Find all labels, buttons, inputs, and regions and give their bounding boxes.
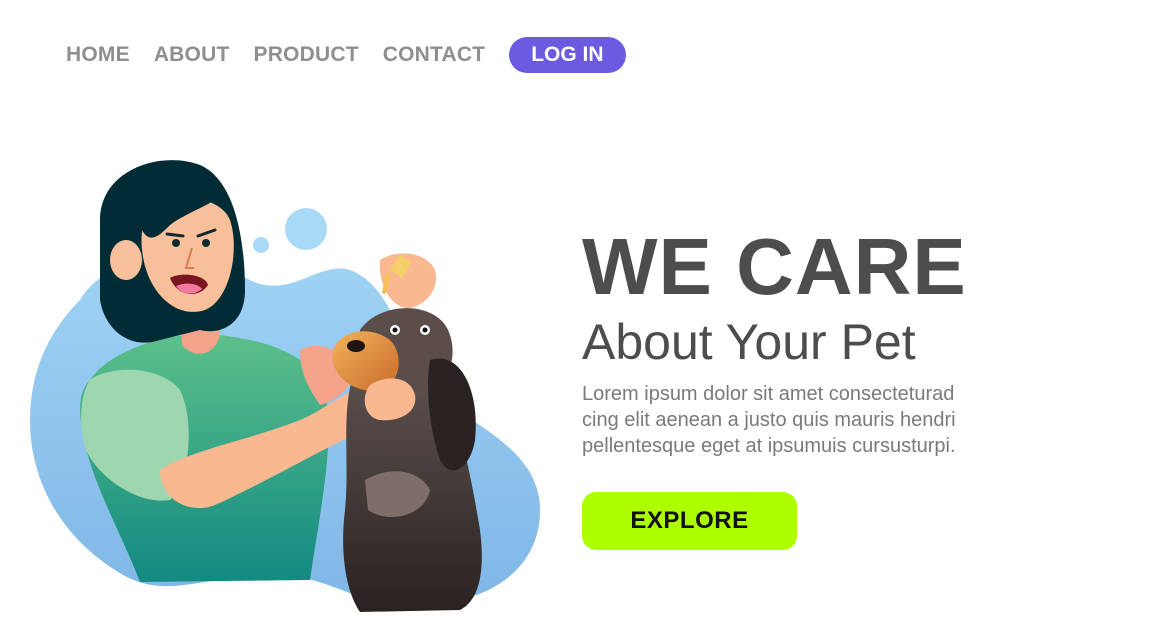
woman-and-dog-illustration [30,160,540,612]
bubble-large [285,208,327,250]
hero-subtitle: About Your Pet [582,314,916,370]
woman-ear [110,240,142,280]
dog-nose [347,340,365,352]
dog-pupil-right [422,327,428,333]
explore-button[interactable]: EXPLORE [582,492,797,550]
nav-home-link[interactable]: HOME [66,43,130,67]
landing-page: HOME ABOUT PRODUCT CONTACT LOG IN WE CAR… [0,0,1152,642]
nav-product-link[interactable]: PRODUCT [253,43,358,67]
dog-pupil-left [392,327,398,333]
pet-care-illustration [20,150,550,620]
woman-brow-left [165,232,185,238]
hero-title: WE CARE [582,222,967,311]
hero-description: Lorem ipsum dolor sit amet consecteturad… [582,381,1002,459]
woman-eye-right [202,239,210,247]
bubble-small [253,237,269,253]
login-button[interactable]: LOG IN [509,37,626,73]
main-nav: HOME ABOUT PRODUCT CONTACT LOG IN [66,37,626,73]
nav-contact-link[interactable]: CONTACT [383,43,486,67]
woman-eye-left [172,239,180,247]
hero-description-line: cing elit aenean a justo quis mauris hen… [582,409,956,431]
nav-about-link[interactable]: ABOUT [154,43,230,67]
hero-description-line: Lorem ipsum dolor sit amet consecteturad [582,383,955,405]
hero-description-line: pellentesque eget at ipsumuis cursusturp… [582,435,956,457]
hero-section: WE CARE About Your Pet Lorem ipsum dolor… [582,225,1102,550]
